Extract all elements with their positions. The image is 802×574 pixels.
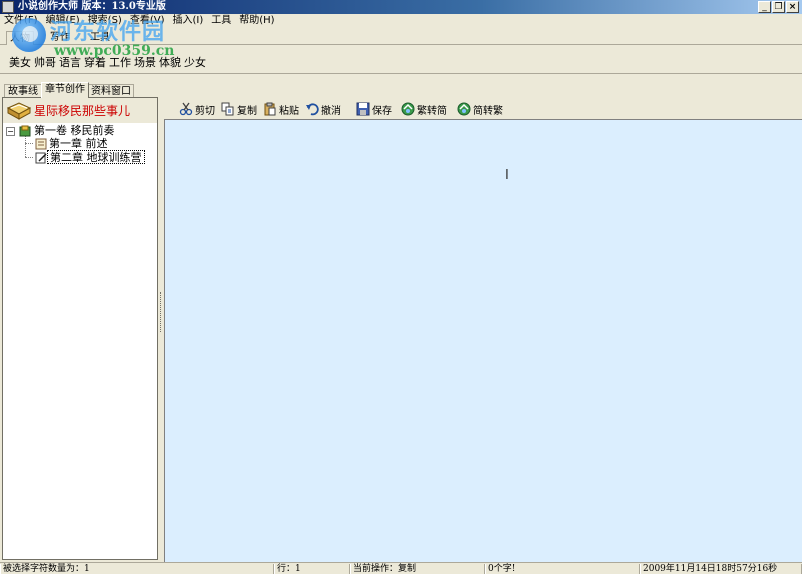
tree-line (25, 143, 33, 144)
paste-button[interactable]: 粘贴 (263, 101, 299, 117)
trad-to-simp-button[interactable]: 繁转简 (401, 101, 447, 117)
undo-label: 撤消 (321, 105, 341, 117)
word-item[interactable]: 少女 (184, 56, 206, 70)
minimize-button[interactable]: _ (758, 1, 771, 13)
simp-to-trad-button[interactable]: 简转繁 (457, 101, 503, 117)
word-item[interactable]: 场景 (134, 56, 156, 70)
volume-icon (19, 125, 31, 137)
undo-button[interactable]: 撤消 (305, 101, 341, 117)
chapter-icon (35, 138, 47, 150)
left-panel: 故事线 章节创作 资料窗口 星际移民那些事儿 − 第一卷 移民前奏 第一章 前述… (2, 82, 158, 560)
convert-icon (457, 102, 471, 116)
menu-edit[interactable]: 编辑(E) (42, 14, 84, 28)
word-item[interactable]: 帅哥 (34, 56, 56, 70)
copy-button[interactable]: 复制 (221, 101, 257, 117)
status-datetime: 2009年11月14日18时57分16秒 (640, 564, 802, 574)
undo-icon (306, 103, 319, 116)
tree-node-chapter[interactable]: 第一章 前述 (49, 137, 108, 151)
word-item[interactable]: 穿着 (84, 56, 106, 70)
story-title: 星际移民那些事儿 (34, 104, 131, 118)
status-current-op: 当前操作：复制 (350, 564, 485, 574)
word-item[interactable]: 美女 (9, 56, 31, 70)
status-char-count: 0个字! (485, 564, 640, 574)
left-tab-strip: 故事线 章节创作 资料窗口 (2, 82, 158, 98)
menu-search[interactable]: 搜索(S) (84, 14, 126, 28)
simp-to-trad-label: 简转繁 (473, 105, 503, 117)
tab-writing[interactable]: 写作 (44, 31, 76, 45)
tree-node-chapter-selected[interactable]: 第二章 地球训练营 (47, 150, 145, 164)
status-selected-chars: 被选择字符数量为：1 (0, 564, 274, 574)
window-title: 小说创作大师 版本：13.0专业版 (18, 1, 166, 12)
menu-view[interactable]: 查看(V) (126, 14, 169, 28)
close-button[interactable]: × (786, 1, 799, 13)
splitter-grip (160, 292, 162, 332)
menu-help[interactable]: 帮助(H) (235, 14, 278, 28)
tab-characters[interactable]: 人物 (6, 31, 34, 45)
text-cursor-icon: I (505, 168, 509, 183)
tab-storyline[interactable]: 故事线 (4, 84, 42, 98)
text-editor[interactable]: I (164, 119, 802, 562)
title-bar[interactable]: 小说创作大师 版本：13.0专业版 _ ❐ × (0, 0, 802, 14)
status-bar: 被选择字符数量为：1 行：1 当前操作：复制 0个字! 2009年11月14日1… (0, 562, 802, 574)
menu-tools[interactable]: 工具 (207, 14, 235, 28)
word-item[interactable]: 工作 (109, 56, 131, 70)
word-item[interactable]: 体貌 (159, 56, 181, 70)
word-bar: 美女 帅哥 语言 穿着 工作 场景 体貌 少女 (0, 46, 802, 74)
scissors-icon (179, 102, 193, 116)
word-item[interactable]: 语言 (59, 56, 81, 70)
copy-icon (221, 102, 234, 116)
tab-tools[interactable]: 工具 (84, 31, 116, 45)
top-tab-strip: 人物 写作 工具 (0, 30, 802, 45)
save-button[interactable]: 保存 (356, 101, 392, 117)
cut-button[interactable]: 剪切 (179, 101, 215, 117)
chapter-edit-icon (35, 152, 47, 164)
book-icon (6, 102, 32, 120)
trad-to-simp-label: 繁转简 (417, 105, 447, 117)
paste-icon (264, 102, 276, 116)
tree-node-volume[interactable]: 第一卷 移民前奏 (34, 124, 115, 138)
convert-icon (401, 102, 415, 116)
tab-chapter-writing[interactable]: 章节创作 (41, 82, 89, 98)
app-icon (2, 1, 14, 13)
restore-button[interactable]: ❐ (772, 1, 785, 13)
tab-resource-window[interactable]: 资料窗口 (88, 84, 134, 98)
panel-splitter[interactable] (159, 82, 163, 560)
menu-insert[interactable]: 插入(I) (169, 14, 208, 28)
collapse-toggle[interactable]: − (6, 127, 15, 136)
save-icon (356, 102, 370, 116)
save-label: 保存 (372, 105, 392, 117)
editor-toolbar: 剪切 复制 粘贴 撤消 保存 繁转简 简转繁 (165, 98, 802, 120)
app-window: 小说创作大师 版本：13.0专业版 _ ❐ × 文件(F) 编辑(E) 搜索(S… (0, 0, 802, 574)
tree-line (25, 136, 26, 157)
copy-label: 复制 (237, 105, 257, 117)
cut-label: 剪切 (195, 105, 215, 117)
tree-line (25, 157, 33, 158)
menu-bar: 文件(F) 编辑(E) 搜索(S) 查看(V) 插入(I) 工具 帮助(H) (0, 14, 802, 28)
menu-file[interactable]: 文件(F) (0, 14, 42, 28)
story-header: 星际移民那些事儿 (3, 98, 157, 123)
status-line: 行：1 (274, 564, 350, 574)
paste-label: 粘贴 (279, 105, 299, 117)
chapter-panel: 星际移民那些事儿 − 第一卷 移民前奏 第一章 前述 第二章 地球训练营 (2, 97, 158, 560)
